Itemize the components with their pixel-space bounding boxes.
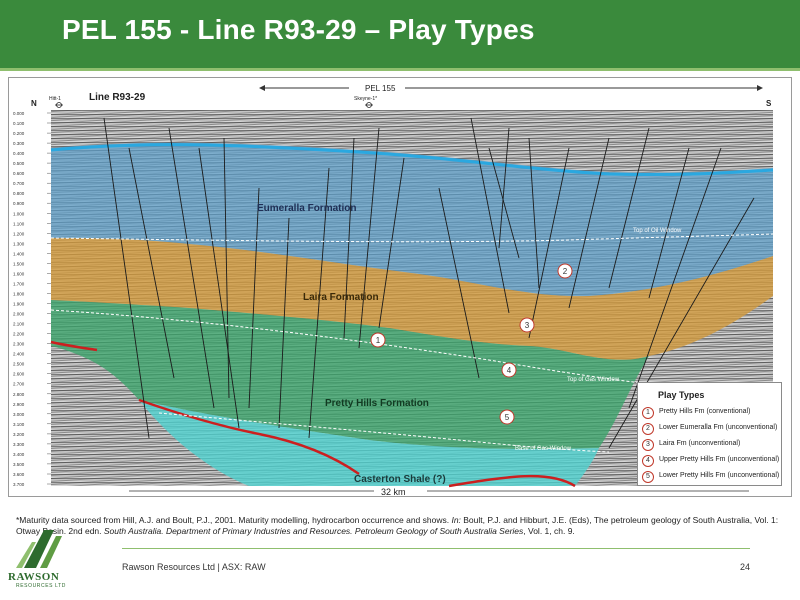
depth-tick-label: 2.300: [13, 342, 25, 347]
slide-title: PEL 155 - Line R93-29 – Play Types: [62, 14, 535, 45]
footnote: *Maturity data sourced from Hill, A.J. a…: [16, 515, 779, 536]
depth-tick-label: 2.900: [13, 402, 25, 407]
depth-tick-label: 0.700: [13, 181, 25, 186]
depth-tick-label: 2.800: [13, 392, 25, 397]
legend-label: Upper Pretty Hills Fm (unconventional): [659, 456, 780, 463]
eumeralla-label: Eumeralla Formation: [257, 203, 356, 214]
depth-tick-label: 1.500: [13, 261, 25, 266]
depth-tick-label: 0.300: [13, 141, 25, 146]
legend-title: Play Types: [658, 390, 705, 400]
legend-item: 2 Lower Eumeralla Fm (unconventional): [642, 423, 778, 437]
depth-tick-label: 0.800: [13, 191, 25, 196]
depth-tick-label: 0.100: [13, 121, 25, 126]
depth-tick-label: 3.300: [13, 442, 25, 447]
depth-tick-label: 3.200: [13, 432, 25, 437]
legend-item: 1 Pretty Hills Fm (conventional): [642, 407, 778, 421]
well-mid-label: Skeyne-1*: [354, 96, 377, 102]
seismic-section-figure: N S Line R93-29 PEL 155 Hitt-1 Skeyne-1*: [8, 77, 792, 497]
play-marker-5: 5: [499, 409, 515, 425]
north-label: N: [31, 99, 37, 108]
legend-number: 4: [642, 455, 654, 467]
title-divider: [0, 68, 800, 71]
line-label: Line R93-29: [89, 92, 146, 103]
depth-axis: 0.000 0.100 0.200 0.300 0.400 0.500 0.600 0.700…: [13, 111, 51, 487]
depth-tick-label: 1.400: [13, 251, 25, 256]
depth-tick-label: 3.100: [13, 422, 25, 427]
depth-tick-label: 1.700: [13, 282, 25, 287]
legend-item: 5 Lower Pretty Hills Fm (unconventional): [642, 471, 780, 485]
depth-tick-label: 1.900: [13, 302, 25, 307]
depth-tick-label: 2.600: [13, 372, 25, 377]
well-mid-icon: [365, 102, 373, 108]
gas-window-top-label: Top of Gas Window: [567, 377, 620, 383]
play-marker-2: 2: [557, 263, 573, 279]
depth-tick-label: 0.900: [13, 201, 25, 206]
title-bar: PEL 155 - Line R93-29 – Play Types: [0, 0, 800, 68]
well-left-label: Hitt-1: [49, 96, 61, 102]
depth-tick-label: 2.100: [13, 322, 25, 327]
depth-tick-label: 2.700: [13, 382, 25, 387]
legend-label: Lower Pretty Hills Fm (unconventional): [659, 472, 780, 479]
pel-label: PEL 155: [365, 84, 396, 93]
play-types-legend: Play Types 1 Pretty Hills Fm (convention…: [637, 382, 782, 486]
depth-tick-label: 1.300: [13, 241, 25, 246]
depth-tick-label: 2.000: [13, 312, 25, 317]
depth-tick-label: 2.500: [13, 362, 25, 367]
casterton-label: Casterton Shale (?): [354, 474, 446, 485]
depth-tick-label: 0.200: [13, 131, 25, 136]
depth-tick-label: 3.600: [13, 472, 25, 477]
gas-window-base-label: Base of Gas Window: [515, 446, 572, 452]
svg-text:4: 4: [507, 366, 512, 375]
depth-tick-label: 0.600: [13, 171, 25, 176]
legend-item: 4 Upper Pretty Hills Fm (unconventional): [642, 455, 780, 469]
legend-label: Laira Fm (unconventional): [659, 440, 741, 447]
play-marker-1: 1: [370, 332, 386, 348]
company-ticker: Rawson Resources Ltd | ASX: RAW: [122, 562, 266, 572]
legend-label: Pretty Hills Fm (conventional): [659, 408, 751, 415]
rawson-logo-icon: [16, 530, 62, 568]
play-marker-3: 3: [519, 317, 535, 333]
play-marker-4: 4: [501, 362, 517, 378]
depth-tick-label: 3.400: [13, 452, 25, 457]
distance-label: 32 km: [381, 487, 406, 496]
svg-text:1: 1: [376, 336, 381, 345]
depth-tick-label: 1.100: [13, 221, 25, 226]
legend-number: 5: [642, 471, 654, 483]
south-label: S: [766, 99, 772, 108]
logo-subtitle: RESOURCES LTD: [16, 583, 66, 589]
legend-item: 3 Laira Fm (unconventional): [642, 439, 778, 453]
legend-number: 2: [642, 423, 654, 435]
pel-arrow-right: [757, 85, 763, 91]
depth-tick-label: 1.800: [13, 292, 25, 297]
depth-tick-label: 3.500: [13, 462, 25, 467]
pel-arrow-left: [259, 85, 265, 91]
page-number: 24: [739, 562, 750, 572]
depth-tick-label: 2.200: [13, 332, 25, 337]
depth-tick-label: 1.600: [13, 271, 25, 276]
depth-tick-label: 3.700: [13, 482, 25, 487]
legend-number: 3: [642, 439, 654, 451]
laira-label: Laira Formation: [303, 292, 379, 303]
pretty-hills-label: Pretty Hills Formation: [325, 398, 429, 409]
well-left-icon: [55, 102, 63, 108]
legend-label: Lower Eumeralla Fm (unconventional): [659, 424, 778, 431]
depth-tick-label: 0.400: [13, 151, 25, 156]
footer-divider: [122, 548, 750, 549]
depth-tick-label: 0.500: [13, 161, 25, 166]
depth-tick-label: 0.000: [13, 111, 25, 116]
depth-tick-label: 2.400: [13, 352, 25, 357]
depth-tick-label: 1.000: [13, 211, 25, 216]
depth-tick-label: 3.000: [13, 412, 25, 417]
legend-number: 1: [642, 407, 654, 419]
svg-text:5: 5: [505, 413, 510, 422]
logo-name: RAWSON: [8, 571, 60, 583]
svg-text:3: 3: [525, 321, 530, 330]
depth-tick-label: 1.200: [13, 231, 25, 236]
oil-window-label: Top of Oil Window: [633, 228, 682, 234]
svg-text:2: 2: [563, 267, 568, 276]
